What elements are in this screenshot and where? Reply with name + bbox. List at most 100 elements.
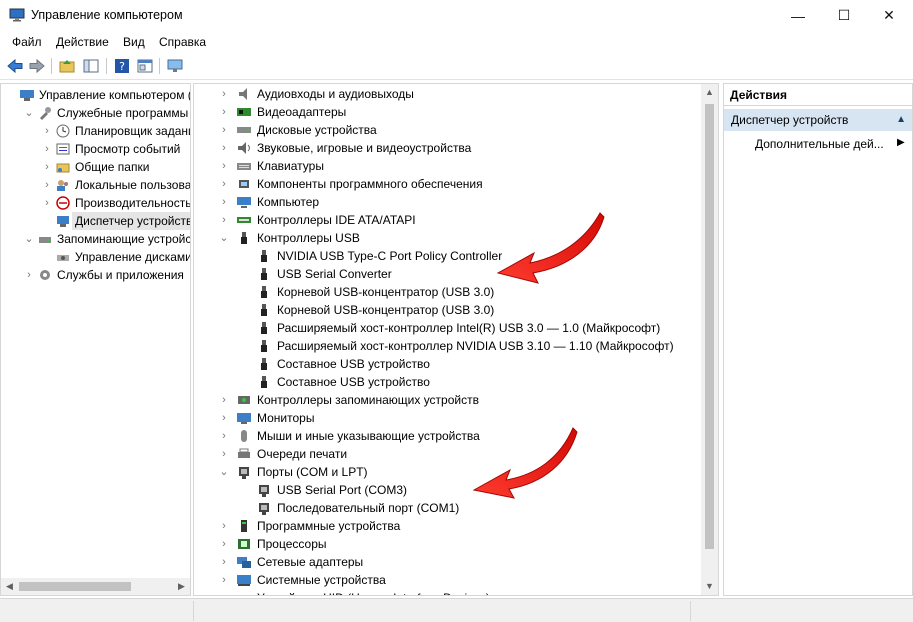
expand-chevron-icon[interactable]: › — [218, 553, 230, 571]
expand-chevron-icon[interactable]: › — [218, 193, 230, 211]
expand-chevron-icon[interactable]: › — [41, 176, 53, 194]
expand-chevron-icon[interactable]: › — [218, 175, 230, 193]
expand-chevron-icon[interactable]: › — [218, 85, 230, 103]
expand-chevron-icon[interactable]: › — [218, 445, 230, 463]
expand-chevron-icon[interactable]: › — [218, 103, 230, 121]
tree-item[interactable]: ⌄ Служебные программы — [1, 104, 190, 122]
device-tree-item[interactable]: › Мыши и иные указывающие устройства — [194, 427, 702, 445]
expand-chevron-icon[interactable]: › — [218, 157, 230, 175]
collapse-chevron-icon[interactable]: ⌄ — [218, 229, 230, 247]
collapse-chevron-icon[interactable]: ⌄ — [23, 230, 35, 248]
menu-file[interactable]: Файл — [12, 35, 42, 49]
tree-item[interactable]: › Общие папки — [1, 158, 190, 176]
port-icon — [259, 503, 269, 515]
console-tree-pane[interactable]: Управление компьютером (л ⌄ Служебные прог… — [0, 83, 191, 596]
usb-icon — [261, 376, 267, 388]
scroll-down-icon[interactable]: ▼ — [701, 578, 718, 595]
expand-chevron-icon[interactable]: › — [41, 140, 53, 158]
up-folder-icon[interactable] — [58, 57, 76, 75]
device-tree-item[interactable]: › Сетевые адаптеры — [194, 553, 702, 571]
device-label: Мониторы — [257, 411, 315, 425]
device-tree-item[interactable]: › Мониторы — [194, 409, 702, 427]
tree-item[interactable]: › Производительность — [1, 194, 190, 212]
device-tree-item[interactable]: USB Serial Port (COM3) — [194, 481, 702, 499]
expand-chevron-icon[interactable]: › — [218, 391, 230, 409]
device-tree-item[interactable]: › Контроллеры IDE ATA/ATAPI — [194, 211, 702, 229]
expand-chevron-icon[interactable]: › — [218, 427, 230, 445]
expand-chevron-icon[interactable]: › — [218, 517, 230, 535]
scrollbar-thumb[interactable] — [19, 582, 131, 591]
tree-item[interactable]: Управление компьютером (л — [1, 86, 190, 104]
tree-item[interactable]: ⌄ Запоминающие устройст — [1, 230, 190, 248]
collapse-up-icon[interactable]: ▲ — [896, 114, 906, 125]
actions-section-device-manager[interactable]: Диспетчер устройств ▲ — [724, 109, 912, 131]
device-tree-item[interactable]: NVIDIA USB Type-C Port Policy Controller — [194, 247, 702, 265]
menu-help[interactable]: Справка — [159, 35, 206, 49]
device-tree-item[interactable]: Составное USB устройство — [194, 373, 702, 391]
device-tree-item[interactable]: › Компьютер — [194, 193, 702, 211]
back-arrow-icon[interactable] — [6, 57, 24, 75]
device-tree-item[interactable]: Расширяемый хост-контроллер NVIDIA USB 3… — [194, 337, 702, 355]
properties-icon[interactable] — [136, 57, 154, 75]
device-tree-item[interactable]: › Очереди печати — [194, 445, 702, 463]
expand-chevron-icon[interactable]: › — [41, 194, 53, 212]
device-tree-item[interactable]: Составное USB устройство — [194, 355, 702, 373]
device-tree-item[interactable]: › Программные устройства — [194, 517, 702, 535]
expand-chevron-icon[interactable]: › — [218, 139, 230, 157]
scroll-left-icon[interactable]: ◀ — [1, 578, 18, 595]
device-label: Программные устройства — [257, 519, 401, 533]
device-tree-item[interactable]: › Устройства HID (Human Interface Devices… — [194, 589, 702, 595]
minimize-icon: — — [791, 7, 805, 24]
device-tree-item[interactable]: › Звуковые, игровые и видеоустройства — [194, 139, 702, 157]
tree-item[interactable]: › Просмотр событий — [1, 140, 190, 158]
expand-chevron-icon[interactable]: › — [41, 122, 53, 140]
device-tree-item[interactable]: › Аудиовходы и аудиовыходы — [194, 85, 702, 103]
maximize-button[interactable]: ☐ — [821, 0, 867, 31]
expand-chevron-icon[interactable]: › — [218, 211, 230, 229]
device-manager-pane[interactable]: › Аудиовходы и аудиовыходы › Видеоадаптеры ›… — [193, 83, 719, 596]
scrollbar-thumb[interactable] — [705, 104, 714, 549]
tree-item[interactable]: › Службы и приложения — [1, 266, 190, 284]
tree-item[interactable]: › Локальные пользовате — [1, 176, 190, 194]
more-actions-item[interactable]: Дополнительные дей... — [755, 137, 884, 151]
scan-hardware-icon[interactable] — [166, 57, 184, 75]
center-vertical-scrollbar[interactable]: ▲ ▼ — [701, 84, 718, 595]
tree-item[interactable]: Диспетчер устройств — [1, 212, 190, 230]
menu-view[interactable]: Вид — [123, 35, 145, 49]
menu-action[interactable]: Действие — [56, 35, 109, 49]
collapse-chevron-icon[interactable]: ⌄ — [23, 104, 35, 122]
close-button[interactable]: ✕ — [866, 0, 912, 31]
device-tree-item[interactable]: Расширяемый хост-контроллер Intel(R) USB… — [194, 319, 702, 337]
tree-item[interactable]: › Планировщик заданий — [1, 122, 190, 140]
device-tree-item[interactable]: › Контроллеры запоминающих устройств — [194, 391, 702, 409]
scroll-up-icon[interactable]: ▲ — [701, 84, 718, 101]
device-tree-item[interactable]: Корневой USB-концентратор (USB 3.0) — [194, 301, 702, 319]
expand-chevron-icon[interactable]: › — [218, 589, 230, 595]
device-label: Расширяемый хост-контроллер Intel(R) USB… — [277, 321, 661, 335]
device-tree-item[interactable]: › Дисковые устройства — [194, 121, 702, 139]
show-hide-tree-icon[interactable] — [82, 57, 100, 75]
left-horizontal-scrollbar[interactable]: ◀ ▶ — [1, 578, 190, 595]
device-tree-item[interactable]: › Клавиатуры — [194, 157, 702, 175]
expand-chevron-icon[interactable]: › — [218, 121, 230, 139]
device-tree-item[interactable]: ⌄ Контроллеры USB — [194, 229, 702, 247]
expand-chevron-icon[interactable]: › — [23, 266, 35, 284]
device-tree-item[interactable]: › Процессоры — [194, 535, 702, 553]
device-tree-item[interactable]: › Видеоадаптеры — [194, 103, 702, 121]
device-tree-item[interactable]: Последовательный порт (COM1) — [194, 499, 702, 517]
scroll-right-icon[interactable]: ▶ — [173, 578, 190, 595]
device-tree-item[interactable]: › Компоненты программного обеспечения — [194, 175, 702, 193]
expand-chevron-icon[interactable]: › — [41, 158, 53, 176]
device-tree-item[interactable]: ⌄ Порты (COM и LPT) — [194, 463, 702, 481]
expand-chevron-icon[interactable]: › — [218, 535, 230, 553]
forward-arrow-icon[interactable] — [28, 57, 46, 75]
device-tree-item[interactable]: › Системные устройства — [194, 571, 702, 589]
collapse-chevron-icon[interactable]: ⌄ — [218, 463, 230, 481]
device-tree-item[interactable]: USB Serial Converter — [194, 265, 702, 283]
expand-chevron-icon[interactable]: › — [218, 571, 230, 589]
minimize-button[interactable]: — — [775, 0, 821, 31]
expand-chevron-icon[interactable]: › — [218, 409, 230, 427]
tree-item[interactable]: Управление дисками — [1, 248, 190, 266]
device-tree-item[interactable]: Корневой USB-концентратор (USB 3.0) — [194, 283, 702, 301]
help-icon[interactable]: ? — [113, 57, 131, 75]
